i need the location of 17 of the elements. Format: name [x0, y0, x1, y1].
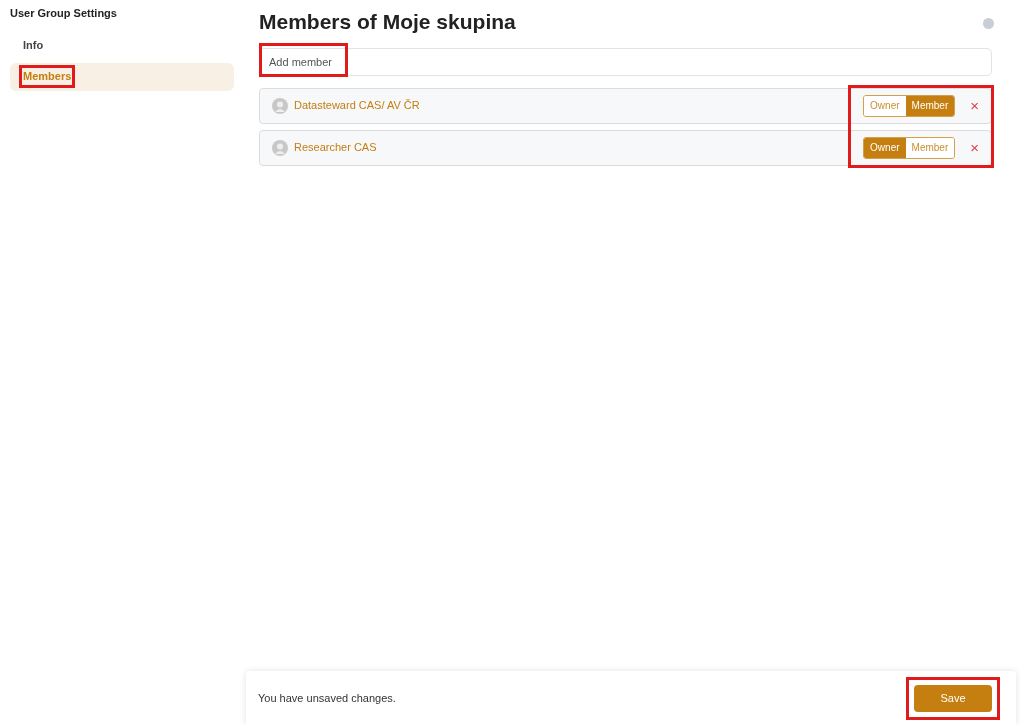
member-name[interactable]: Datasteward CAS/ AV ČR [294, 97, 420, 114]
remove-button[interactable]: × [970, 140, 979, 155]
sidebar-title: User Group Settings [10, 6, 118, 21]
role-toggle[interactable]: Member [905, 95, 955, 116]
unsaved-message: You have unsaved changes. [258, 690, 396, 706]
save-button[interactable]: Save [914, 684, 992, 712]
role-toggle[interactable]: Member [905, 137, 955, 158]
member-name[interactable]: Researcher CAS [294, 139, 377, 156]
add-member-field[interactable]: Add member [259, 47, 992, 76]
role-toggle[interactable]: Owner [864, 137, 906, 158]
page-title: Members of Moje skupina [259, 9, 516, 35]
avatar-icon [272, 139, 288, 156]
sidebar-item[interactable]: Members [10, 62, 234, 91]
sidebar-item[interactable]: Info [10, 31, 234, 60]
remove-button[interactable]: × [970, 98, 979, 113]
avatar-icon [272, 97, 288, 114]
role-toggle[interactable]: Owner [864, 95, 906, 116]
